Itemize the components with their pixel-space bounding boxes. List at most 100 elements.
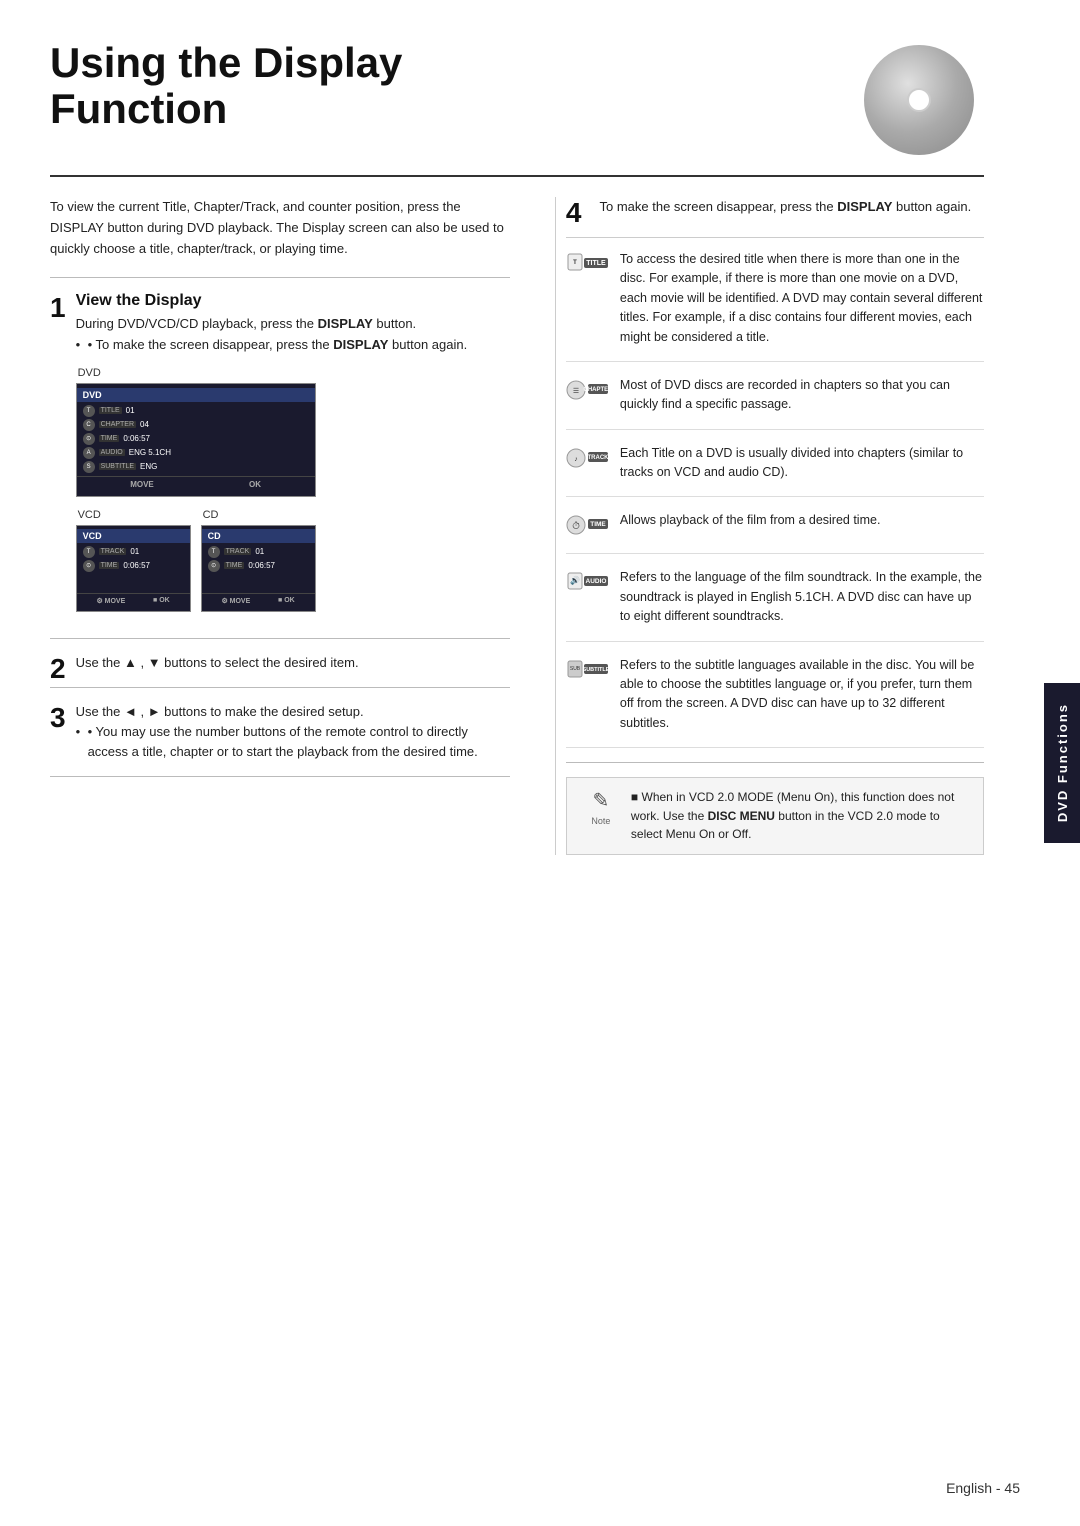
svg-text:☰: ☰ xyxy=(573,388,579,395)
dvd-move-label: MOVE xyxy=(130,480,154,489)
subtitle-icon: S xyxy=(83,461,95,473)
info-item-title: T TITLE To access the desired title when… xyxy=(566,250,984,362)
vcd-row-track: T TRACK 01 xyxy=(77,545,190,559)
intro-text: To view the current Title, Chapter/Track… xyxy=(50,197,510,259)
svg-text:TITLE: TITLE xyxy=(586,260,606,267)
svg-text:🔊: 🔊 xyxy=(570,575,580,585)
audio-info-icon: 🔊 AUDIO xyxy=(566,568,610,596)
cd-row-time: ⊙ TIME 0:06:57 xyxy=(202,559,315,573)
track-info-text: Each Title on a DVD is usually divided i… xyxy=(620,444,984,483)
svg-text:TIME: TIME xyxy=(590,521,606,528)
audio-value: ENG 5.1CH xyxy=(129,448,171,457)
time-icon: ⊙ xyxy=(83,433,95,445)
cd-time-label: TIME xyxy=(224,562,245,569)
info-item-chapter: ☰ CHAPTER Most of DVD discs are recorded… xyxy=(566,376,984,430)
time-value: 0:06:57 xyxy=(123,434,150,443)
left-column: To view the current Title, Chapter/Track… xyxy=(50,197,525,855)
dvd-label: DVD xyxy=(78,367,510,379)
cd-time-icon: ⊙ xyxy=(208,560,220,572)
subtitle-icon-svg: SUB SUBTITLE xyxy=(566,656,610,684)
step-3-content: Use the ◄ , ► buttons to make the desire… xyxy=(76,702,510,762)
step-1-content: View the Display During DVD/VCD/CD playb… xyxy=(76,292,510,623)
title-label: TITLE xyxy=(99,407,122,414)
info-item-time: ⏱ TIME Allows playback of the film from … xyxy=(566,511,984,554)
disc-decoration xyxy=(864,45,984,165)
step-3-text: Use the ◄ , ► buttons to make the desire… xyxy=(76,702,510,722)
note-icon-area: ✎ Note xyxy=(581,788,621,844)
svg-text:T: T xyxy=(573,260,577,266)
divider-right xyxy=(566,762,984,763)
chapter-icon: C xyxy=(83,419,95,431)
vcd-track-icon: T xyxy=(83,546,95,558)
svg-text:AUDIO: AUDIO xyxy=(585,578,606,585)
disc-center xyxy=(907,88,931,112)
time-icon-svg: ⏱ TIME xyxy=(566,511,610,539)
step-4-text: To make the screen disappear, press the … xyxy=(599,197,971,217)
subtitle-info-icon: SUB SUBTITLE xyxy=(566,656,610,684)
info-item-audio: 🔊 AUDIO Refers to the language of the fi… xyxy=(566,568,984,641)
info-items: T TITLE To access the desired title when… xyxy=(566,250,984,855)
small-screens-row: VCD VCD T TRACK 01 xyxy=(76,509,510,612)
audio-info-text: Refers to the language of the film sound… xyxy=(620,568,984,626)
vcd-screen-footer: ⚙ MOVE ■ OK xyxy=(77,593,190,608)
cd-track-icon: T xyxy=(208,546,220,558)
step-1: 1 View the Display During DVD/VCD/CD pla… xyxy=(50,292,510,623)
display-mockups: DVD DVD T TITLE 01 C xyxy=(76,367,510,612)
divider-3 xyxy=(50,687,510,688)
track-icon-svg: ♪ TRACK xyxy=(566,444,610,472)
cd-screen-header: CD xyxy=(202,529,315,543)
step-1-text: During DVD/VCD/CD playback, press the DI… xyxy=(76,314,510,334)
step-2-content: Use the ▲ , ▼ buttons to select the desi… xyxy=(76,653,510,673)
note-text: ■ When in VCD 2.0 MODE (Menu On), this f… xyxy=(631,788,969,844)
track-info-icon: ♪ TRACK xyxy=(566,444,610,472)
dvd-screen-footer: MOVE OK xyxy=(77,476,315,492)
svg-text:⏱: ⏱ xyxy=(572,521,580,532)
vcd-track-label: TRACK xyxy=(99,548,127,555)
cd-screen-footer: ⚙ MOVE ■ OK xyxy=(202,593,315,608)
vcd-screen-header: VCD xyxy=(77,529,190,543)
cd-track-label: TRACK xyxy=(224,548,252,555)
title-value: 01 xyxy=(126,406,135,415)
note-pencil-icon: ✎ xyxy=(593,788,610,813)
title-area: Using the Display Function xyxy=(50,40,844,132)
vcd-time-value: 0:06:57 xyxy=(123,561,150,570)
cd-move-label: ⚙ MOVE xyxy=(221,597,250,605)
dvd-row-audio: A AUDIO ENG 5.1CH xyxy=(77,446,315,460)
page-footer: English - 45 xyxy=(946,1480,1020,1496)
step-2-number: 2 xyxy=(50,655,66,683)
audio-icon-svg: 🔊 AUDIO xyxy=(566,568,610,596)
step-4: 4 To make the screen disappear, press th… xyxy=(566,197,984,238)
sidebar-tab: DVD Functions xyxy=(1044,683,1080,843)
svg-text:SUBTITLE: SUBTITLE xyxy=(582,667,609,673)
audio-icon: A xyxy=(83,447,95,459)
step-3-number: 3 xyxy=(50,704,66,732)
step-3-bullet: • You may use the number buttons of the … xyxy=(76,722,510,762)
vcd-screen: VCD T TRACK 01 ⊙ TIME xyxy=(76,525,191,612)
note-label: Note xyxy=(591,816,610,826)
info-item-subtitle: SUB SUBTITLE Refers to the subtitle lang… xyxy=(566,656,984,749)
title-icon: T xyxy=(83,405,95,417)
right-column: 4 To make the screen disappear, press th… xyxy=(555,197,984,855)
dvd-screen-large: DVD T TITLE 01 C CHAPTER 04 xyxy=(76,383,316,497)
svg-text:SUB: SUB xyxy=(570,666,581,672)
dvd-screen-header: DVD xyxy=(77,388,315,402)
vcd-time-icon: ⊙ xyxy=(83,560,95,572)
vcd-move-label: ⚙ MOVE xyxy=(96,597,125,605)
two-col-layout: To view the current Title, Chapter/Track… xyxy=(50,197,984,855)
dvd-row-title: T TITLE 01 xyxy=(77,404,315,418)
chapter-value: 04 xyxy=(140,420,149,429)
vcd-track-value: 01 xyxy=(130,547,139,556)
page-container: DVD Functions Using the Display Function xyxy=(0,0,1080,1526)
step-4-number: 4 xyxy=(566,199,582,227)
sidebar-tab-label: DVD Functions xyxy=(1055,703,1070,822)
divider-1 xyxy=(50,277,510,278)
page-number: English - 45 xyxy=(946,1480,1020,1496)
time-info-icon: ⏱ TIME xyxy=(566,511,610,539)
chapter-info-text: Most of DVD discs are recorded in chapte… xyxy=(620,376,984,415)
step-2-text: Use the ▲ , ▼ buttons to select the desi… xyxy=(76,653,510,673)
dvd-ok-label: OK xyxy=(249,480,261,489)
svg-text:TRACK: TRACK xyxy=(587,455,609,461)
cd-row-track: T TRACK 01 xyxy=(202,545,315,559)
cd-label: CD xyxy=(203,509,316,521)
divider-4 xyxy=(50,776,510,777)
